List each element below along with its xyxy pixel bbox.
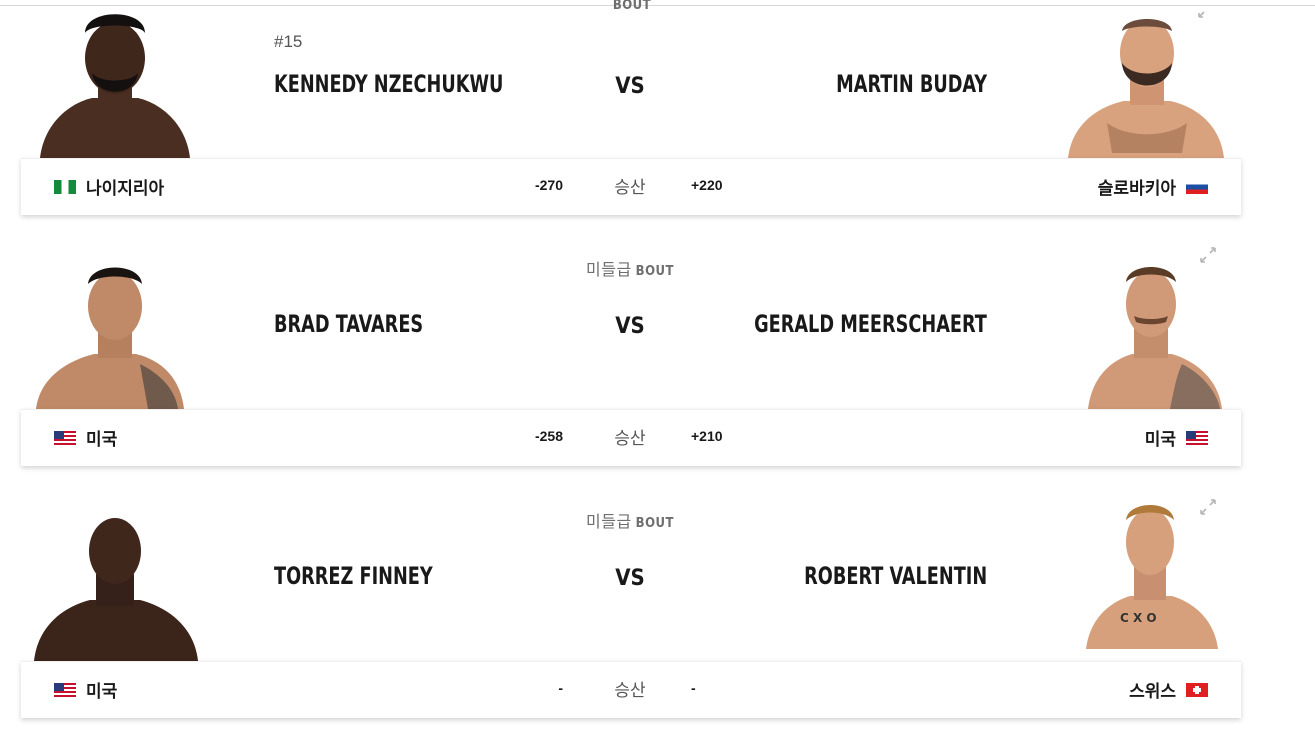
red-fighter-country: 미국 — [54, 425, 117, 450]
red-odds: -258 — [534, 428, 563, 444]
svg-text:C X O: C X O — [1120, 611, 1157, 625]
red-odds: -270 — [534, 177, 563, 193]
red-fighter-name[interactable]: BRAD TAVARES — [274, 310, 423, 338]
blue-odds: +210 — [691, 428, 723, 444]
red-fighter-photo[interactable] — [30, 254, 200, 409]
vs-label: VS — [615, 566, 645, 591]
blue-fighter-photo[interactable] — [1062, 254, 1232, 409]
blue-fighter-photo[interactable]: C X O — [1062, 494, 1232, 649]
vs-label: VS — [615, 314, 645, 339]
red-fighter-country: 나이지리아 — [54, 174, 164, 199]
odds-label: 승산 — [614, 429, 646, 448]
blue-fighter-name[interactable]: ROBERT VALENTIN — [804, 562, 987, 590]
odds-bar: 미국 -258 승산 +210 미국 — [21, 409, 1241, 466]
blue-fighter-name[interactable]: MARTIN BUDAY — [836, 70, 987, 98]
red-odds: - — [558, 680, 563, 696]
vs-label: VS — [615, 74, 645, 99]
odds-bar: 나이지리아 -270 승산 +220 슬로바키아 — [21, 158, 1241, 215]
bout-card[interactable]: BOUT #15 KENNEDY NZECHUKWU VS MARTIN BUD… — [0, 0, 1315, 232]
odds-label: 승산 — [614, 681, 646, 700]
weight-class: 미들급 BOUT — [586, 514, 674, 531]
usa-flag-icon — [54, 682, 76, 697]
red-fighter-name[interactable]: KENNEDY NZECHUKWU — [274, 70, 503, 98]
odds-label: 승산 — [614, 178, 646, 197]
red-fighter-country: 미국 — [54, 677, 117, 702]
red-fighter-photo[interactable] — [30, 3, 200, 158]
blue-fighter-name[interactable]: GERALD MEERSCHAERT — [754, 310, 987, 338]
blue-fighter-country: 슬로바키아 — [1098, 174, 1208, 199]
blue-odds: - — [691, 680, 696, 696]
blue-odds: +220 — [691, 177, 723, 193]
blue-fighter-country: 미국 — [1145, 425, 1208, 450]
usa-flag-icon — [1186, 430, 1208, 445]
nigeria-flag-icon — [54, 179, 76, 194]
fighter-rank: #15 — [274, 32, 303, 51]
weight-class: BOUT — [612, 0, 652, 13]
usa-flag-icon — [54, 430, 76, 445]
slovakia-flag-icon — [1186, 179, 1208, 194]
bout-card[interactable]: 미들급 BOUT BRAD TAVARES VS GERALD MEERSCHAE… — [0, 232, 1315, 482]
blue-fighter-country: 스위스 — [1129, 677, 1208, 702]
weight-class: 미들급 BOUT — [586, 262, 674, 279]
odds-bar: 미국 - 승산 - 스위스 — [21, 661, 1241, 718]
bout-card[interactable]: 미들급 BOUT TORREZ FINNEY VS ROBERT VALENTIN… — [0, 484, 1315, 734]
red-fighter-photo[interactable] — [30, 506, 200, 661]
switzerland-flag-icon — [1186, 682, 1208, 697]
red-fighter-name[interactable]: TORREZ FINNEY — [274, 562, 433, 590]
blue-fighter-photo[interactable] — [1062, 3, 1232, 158]
